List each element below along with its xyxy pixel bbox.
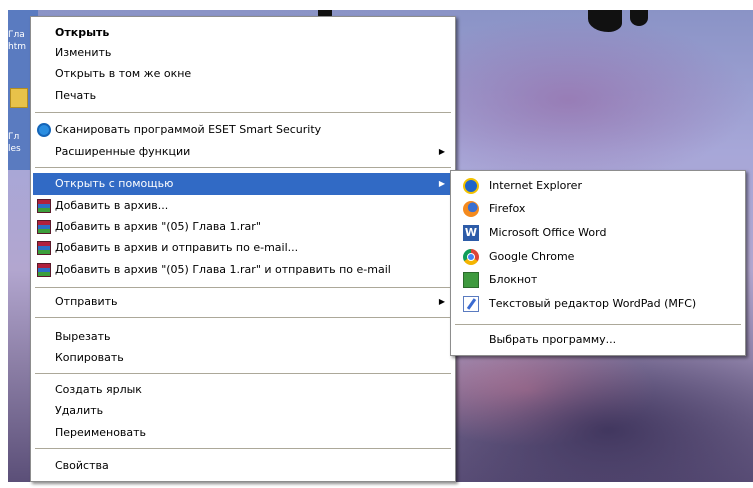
menu-item-send-to[interactable]: Отправить ▶: [33, 291, 453, 313]
menu-item-label: Выбрать программу...: [489, 333, 617, 346]
menu-item-label: Открыть в том же окне: [55, 67, 192, 80]
firefox-icon: [463, 201, 479, 217]
menu-item-eset-scan[interactable]: Сканировать программой ESET Smart Securi…: [33, 119, 453, 141]
menu-separator: [35, 167, 451, 168]
menu-separator: [455, 324, 741, 325]
folder-icon[interactable]: [10, 88, 28, 108]
menu-item-add-to-archive[interactable]: Добавить в архив...: [33, 195, 453, 217]
menu-separator: [35, 448, 451, 449]
menu-item-label: Создать ярлык: [55, 383, 142, 396]
menu-item-label: Сканировать программой ESET Smart Securi…: [55, 123, 322, 136]
winrar-icon: [37, 220, 51, 234]
menu-item-create-shortcut[interactable]: Создать ярлык: [33, 379, 453, 401]
menu-separator: [35, 317, 451, 318]
menu-item-label: Microsoft Office Word: [489, 226, 607, 239]
open-with-chrome[interactable]: Google Chrome: [453, 246, 743, 268]
menu-item-label: Изменить: [55, 46, 112, 59]
menu-item-label: Расширенные функции: [55, 145, 191, 158]
menu-item-properties[interactable]: Свойства: [33, 455, 453, 477]
menu-item-label: Свойства: [55, 459, 109, 472]
open-with-word[interactable]: W Microsoft Office Word: [453, 222, 743, 244]
menu-item-copy[interactable]: Копировать: [33, 347, 453, 369]
submenu-arrow-icon: ▶: [438, 179, 445, 188]
menu-item-named-archive-and-email[interactable]: Добавить в архив "(05) Глава 1.rar" и от…: [33, 259, 453, 281]
menu-item-open[interactable]: Открыть: [33, 22, 453, 44]
desktop-icon-label[interactable]: Гл: [8, 132, 19, 142]
wallpaper-silhouette: [630, 10, 648, 26]
menu-item-label: Добавить в архив "(05) Глава 1.rar" и от…: [55, 263, 391, 276]
menu-separator: [35, 287, 451, 288]
winrar-icon: [37, 263, 51, 277]
menu-item-label: Добавить в архив и отправить по e-mail..…: [55, 241, 299, 254]
menu-item-label: Копировать: [55, 351, 124, 364]
word-icon: W: [463, 225, 479, 241]
menu-item-label: Открыть: [55, 26, 110, 39]
open-with-choose-program[interactable]: Выбрать программу...: [453, 329, 743, 351]
menu-item-label: Текстовый редактор WordPad (MFC): [489, 297, 697, 310]
menu-item-open-with[interactable]: Открыть с помощью ▶: [33, 173, 453, 195]
menu-separator: [35, 373, 451, 374]
submenu-arrow-icon: ▶: [438, 147, 445, 156]
menu-item-edit[interactable]: Изменить: [33, 42, 453, 64]
wordpad-icon: [463, 296, 479, 312]
menu-item-print[interactable]: Печать: [33, 85, 453, 107]
menu-item-label: Блокнот: [489, 273, 538, 286]
menu-item-label: Добавить в архив "(05) Глава 1.rar": [55, 220, 261, 233]
winrar-icon: [37, 241, 51, 255]
notepad-icon: [463, 272, 479, 288]
wallpaper-silhouette: [588, 10, 622, 32]
open-with-submenu: Internet Explorer Firefox W Microsoft Of…: [450, 170, 746, 356]
menu-item-label: Internet Explorer: [489, 179, 582, 192]
menu-item-cut[interactable]: Вырезать: [33, 326, 453, 348]
menu-item-label: Переименовать: [55, 426, 147, 439]
menu-item-add-to-named-archive[interactable]: Добавить в архив "(05) Глава 1.rar": [33, 216, 453, 238]
desktop-icon-label[interactable]: htm: [8, 42, 26, 52]
menu-item-open-same-window[interactable]: Открыть в том же окне: [33, 63, 453, 85]
context-menu: Открыть Изменить Открыть в том же окне П…: [30, 16, 456, 482]
menu-item-label: Печать: [55, 89, 97, 102]
menu-item-label: Отправить: [55, 295, 118, 308]
menu-item-label: Удалить: [55, 404, 104, 417]
menu-item-label: Google Chrome: [489, 250, 575, 263]
menu-item-label: Добавить в архив...: [55, 199, 169, 212]
menu-separator: [35, 112, 451, 113]
menu-item-delete[interactable]: Удалить: [33, 400, 453, 422]
open-with-internet-explorer[interactable]: Internet Explorer: [453, 175, 743, 197]
menu-item-label: Firefox: [489, 202, 526, 215]
menu-item-advanced-functions[interactable]: Расширенные функции ▶: [33, 141, 453, 163]
menu-item-label: Открыть с помощью: [55, 177, 174, 190]
desktop-icon-label[interactable]: Гла: [8, 30, 25, 40]
chrome-icon: [463, 249, 479, 265]
open-with-firefox[interactable]: Firefox: [453, 198, 743, 220]
open-with-notepad[interactable]: Блокнот: [453, 269, 743, 291]
desktop-icon-label[interactable]: les: [8, 144, 21, 154]
submenu-arrow-icon: ▶: [438, 297, 445, 306]
winrar-icon: [37, 199, 51, 213]
internet-explorer-icon: [463, 178, 479, 194]
menu-item-rename[interactable]: Переименовать: [33, 422, 453, 444]
eset-icon: [37, 123, 51, 137]
menu-item-label: Вырезать: [55, 330, 111, 343]
menu-item-archive-and-email[interactable]: Добавить в архив и отправить по e-mail..…: [33, 237, 453, 259]
open-with-wordpad[interactable]: Текстовый редактор WordPad (MFC): [453, 293, 743, 315]
